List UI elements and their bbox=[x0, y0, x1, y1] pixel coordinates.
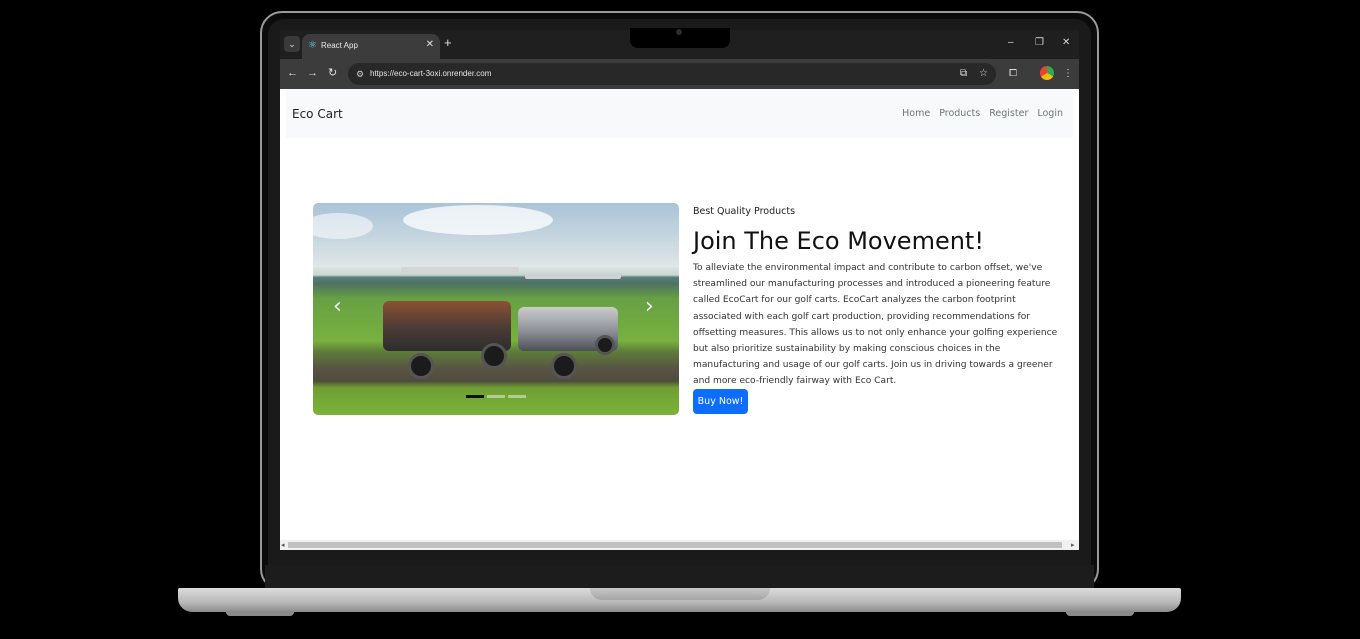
extensions-icon[interactable]: ⧠ bbox=[1009, 67, 1017, 80]
browser-tab[interactable]: ⚛ React App ✕ bbox=[302, 34, 440, 59]
nav-login[interactable]: Login bbox=[1037, 108, 1063, 120]
back-icon[interactable]: ← bbox=[287, 67, 298, 80]
brand-logo[interactable]: Eco Cart bbox=[292, 106, 343, 122]
scrollbar-thumb[interactable] bbox=[288, 542, 1062, 548]
carousel-indicators bbox=[466, 395, 526, 398]
install-app-icon[interactable]: ⧉ bbox=[960, 68, 967, 80]
tab-search-button[interactable]: ⌄ bbox=[284, 36, 300, 52]
browser-window: ⌄ ⚛ React App ✕ + – ❐ ✕ ← → ↻ ⚙ https://… bbox=[280, 30, 1079, 550]
hero-text: Best Quality Products Join The Eco Movem… bbox=[693, 206, 1063, 390]
scroll-left-icon[interactable]: ◂ bbox=[281, 540, 285, 550]
minimize-icon[interactable]: – bbox=[1008, 37, 1014, 49]
profile-avatar[interactable] bbox=[1040, 66, 1054, 80]
close-tab-icon[interactable]: ✕ bbox=[426, 39, 434, 51]
site-navbar: Eco Cart Home Products Register Login bbox=[286, 89, 1073, 138]
web-page: Eco Cart Home Products Register Login ‹ … bbox=[280, 89, 1079, 550]
address-bar[interactable]: ⚙ https://eco-cart-3oxi.onrender.com ⧉ ☆ bbox=[348, 63, 996, 85]
carousel-next-icon[interactable]: › bbox=[645, 295, 654, 319]
horizontal-scrollbar[interactable]: ◂ ▸ bbox=[280, 540, 1079, 550]
url-text[interactable]: https://eco-cart-3oxi.onrender.com bbox=[370, 68, 491, 80]
nav-home[interactable]: Home bbox=[902, 108, 930, 120]
laptop-foot-left bbox=[226, 611, 294, 616]
nav-products[interactable]: Products bbox=[939, 108, 980, 120]
carousel-indicator-3[interactable] bbox=[508, 395, 526, 398]
bookmark-star-icon[interactable]: ☆ bbox=[979, 68, 988, 80]
scroll-right-icon[interactable]: ▸ bbox=[1071, 540, 1075, 550]
close-window-icon[interactable]: ✕ bbox=[1062, 37, 1070, 49]
carousel-prev-icon[interactable]: ‹ bbox=[333, 295, 342, 319]
tab-title: React App bbox=[321, 41, 358, 50]
reload-icon[interactable]: ↻ bbox=[328, 67, 337, 80]
carousel-indicator-1[interactable] bbox=[466, 395, 484, 398]
carousel-indicator-2[interactable] bbox=[487, 395, 505, 398]
react-icon: ⚛ bbox=[308, 40, 317, 51]
hero-eyebrow: Best Quality Products bbox=[693, 206, 796, 217]
new-tab-button[interactable]: + bbox=[444, 36, 452, 50]
laptop-foot-right bbox=[1066, 611, 1134, 616]
hero-carousel: ‹ › bbox=[313, 203, 679, 415]
site-info-icon[interactable]: ⚙ bbox=[356, 68, 364, 80]
laptop-lid-notch bbox=[590, 588, 770, 600]
restore-icon[interactable]: ❐ bbox=[1035, 37, 1044, 49]
browser-toolbar: ← → ↻ ⚙ https://eco-cart-3oxi.onrender.c… bbox=[280, 59, 1079, 89]
menu-kebab-icon[interactable]: ⋮ bbox=[1063, 67, 1073, 80]
webcam bbox=[676, 29, 682, 35]
buy-now-button[interactable]: Buy Now! bbox=[693, 389, 748, 414]
hero-headline: Join The Eco Movement! bbox=[693, 227, 984, 255]
forward-icon[interactable]: → bbox=[307, 67, 318, 80]
nav-register[interactable]: Register bbox=[989, 108, 1028, 120]
nav-links: Home Products Register Login bbox=[902, 108, 1063, 120]
laptop-chin bbox=[265, 565, 1094, 589]
hero-description: To alleviate the environmental impact an… bbox=[693, 263, 1058, 387]
